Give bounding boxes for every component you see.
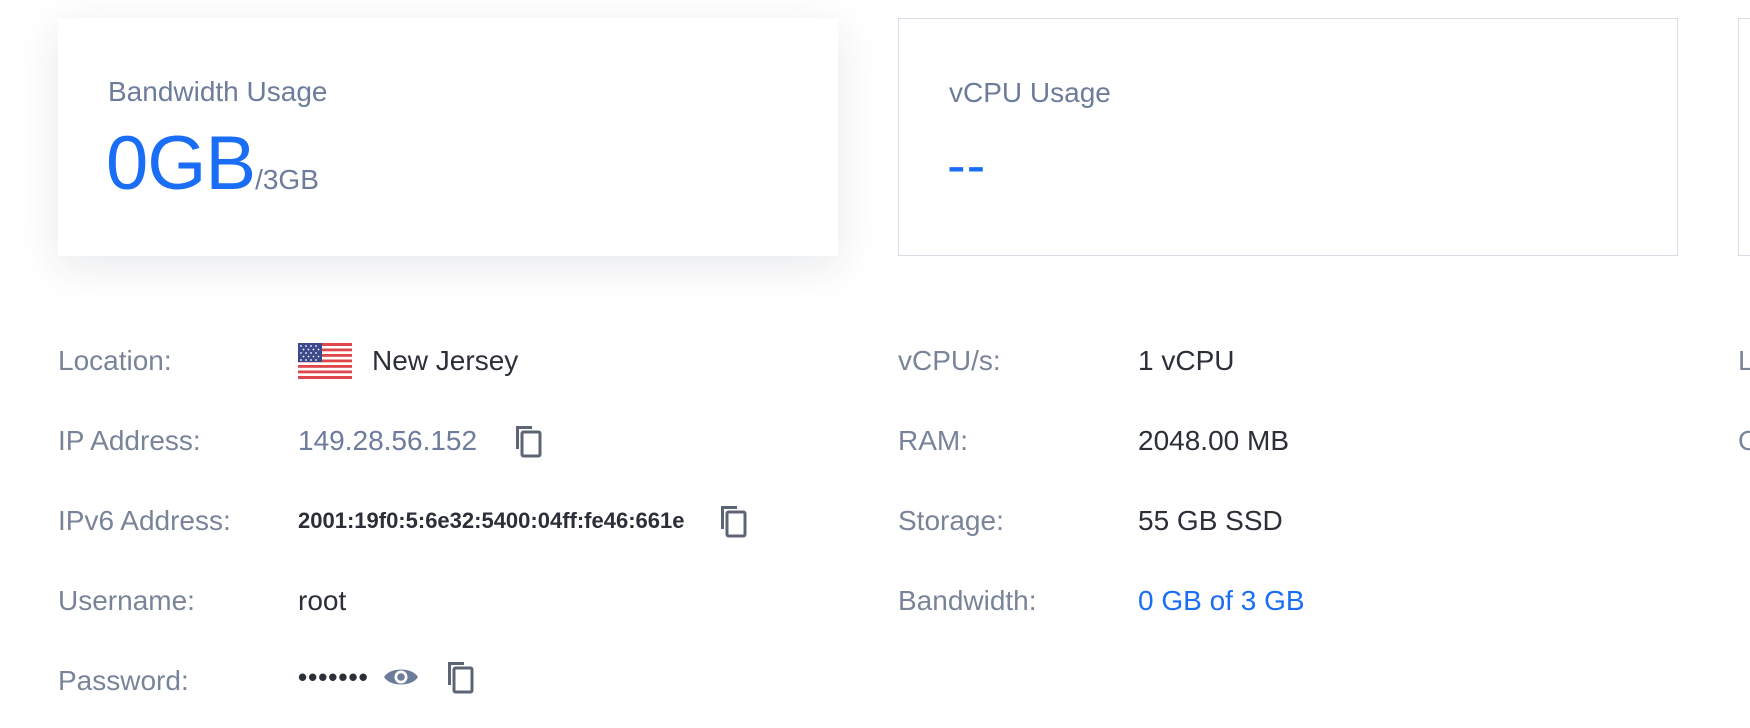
ipv6-label: IPv6 Address: [58,505,231,536]
vcpu-usage-card: vCPU Usage -- [898,18,1678,256]
location-value: New Jersey [372,345,519,376]
ipv6-value-group: 2001:19f0:5:6e32:5400:04ff:fe46:661e [298,501,752,541]
bandwidth-value-link[interactable]: 0 GB of 3 GB [1138,585,1305,617]
location-row: Location: [58,341,172,381]
storage-value-group: 55 GB SSD [1138,501,1283,541]
password-value-group: ••••••• [298,657,479,697]
ram-value-group: 2048.00 MB [1138,421,1289,461]
password-row: Password: [58,661,189,701]
bandwidth-usage-card: Bandwidth Usage 0GB/3GB [58,18,838,256]
location-value-group: New Jersey [298,341,518,381]
username-label: Username: [58,585,195,616]
ip-row: IP Address: [58,421,201,461]
ram-label: RAM: [898,425,968,456]
ipv6-row: IPv6 Address: [58,501,231,541]
storage-row: Storage: [898,501,1004,541]
username-value-group: root [298,581,346,621]
third-column-row-1: L [1738,341,1750,381]
eye-icon[interactable] [381,657,421,697]
ram-row: RAM: [898,421,968,461]
bandwidth-usage-value: 0GB/3GB [106,126,319,202]
bandwidth-label: Bandwidth: [898,585,1037,616]
ipv6-value: 2001:19f0:5:6e32:5400:04ff:fe46:661e [298,508,685,533]
username-row: Username: [58,581,195,621]
ip-value-group: 149.28.56.152 [298,421,547,461]
vcpu-value-group: 1 vCPU [1138,341,1234,381]
bandwidth-row: Bandwidth: [898,581,1037,621]
username-value: root [298,585,347,616]
vcpu-value: 1 vCPU [1138,345,1235,376]
vcpu-usage-value: -- [947,133,987,196]
storage-label: Storage: [898,505,1004,536]
third-card-edge [1738,18,1750,256]
ram-value: 2048.00 MB [1138,425,1289,456]
copy-icon[interactable] [712,501,752,541]
password-value: ••••••• [298,661,369,692]
copy-icon[interactable] [439,657,479,697]
location-label: Location: [58,345,172,376]
third-column-label-1: L [1738,345,1750,376]
bandwidth-usage-unit: /3GB [255,164,319,195]
password-label: Password: [58,665,189,696]
ip-value: 149.28.56.152 [298,425,478,456]
bandwidth-value-group: 0 GB of 3 GB [1138,581,1305,621]
vcpu-row: vCPU/s: [898,341,1001,381]
copy-icon[interactable] [507,421,547,461]
third-column-label-2: O [1738,425,1750,456]
ip-label: IP Address: [58,425,201,456]
vcpu-usage-title: vCPU Usage [949,77,1111,108]
us-flag-icon [298,343,352,379]
storage-value: 55 GB SSD [1138,505,1283,536]
bandwidth-usage-amount: 0GB [106,121,256,206]
third-column-row-2: O [1738,421,1750,461]
bandwidth-usage-title: Bandwidth Usage [108,76,328,107]
vcpu-label: vCPU/s: [898,345,1001,376]
